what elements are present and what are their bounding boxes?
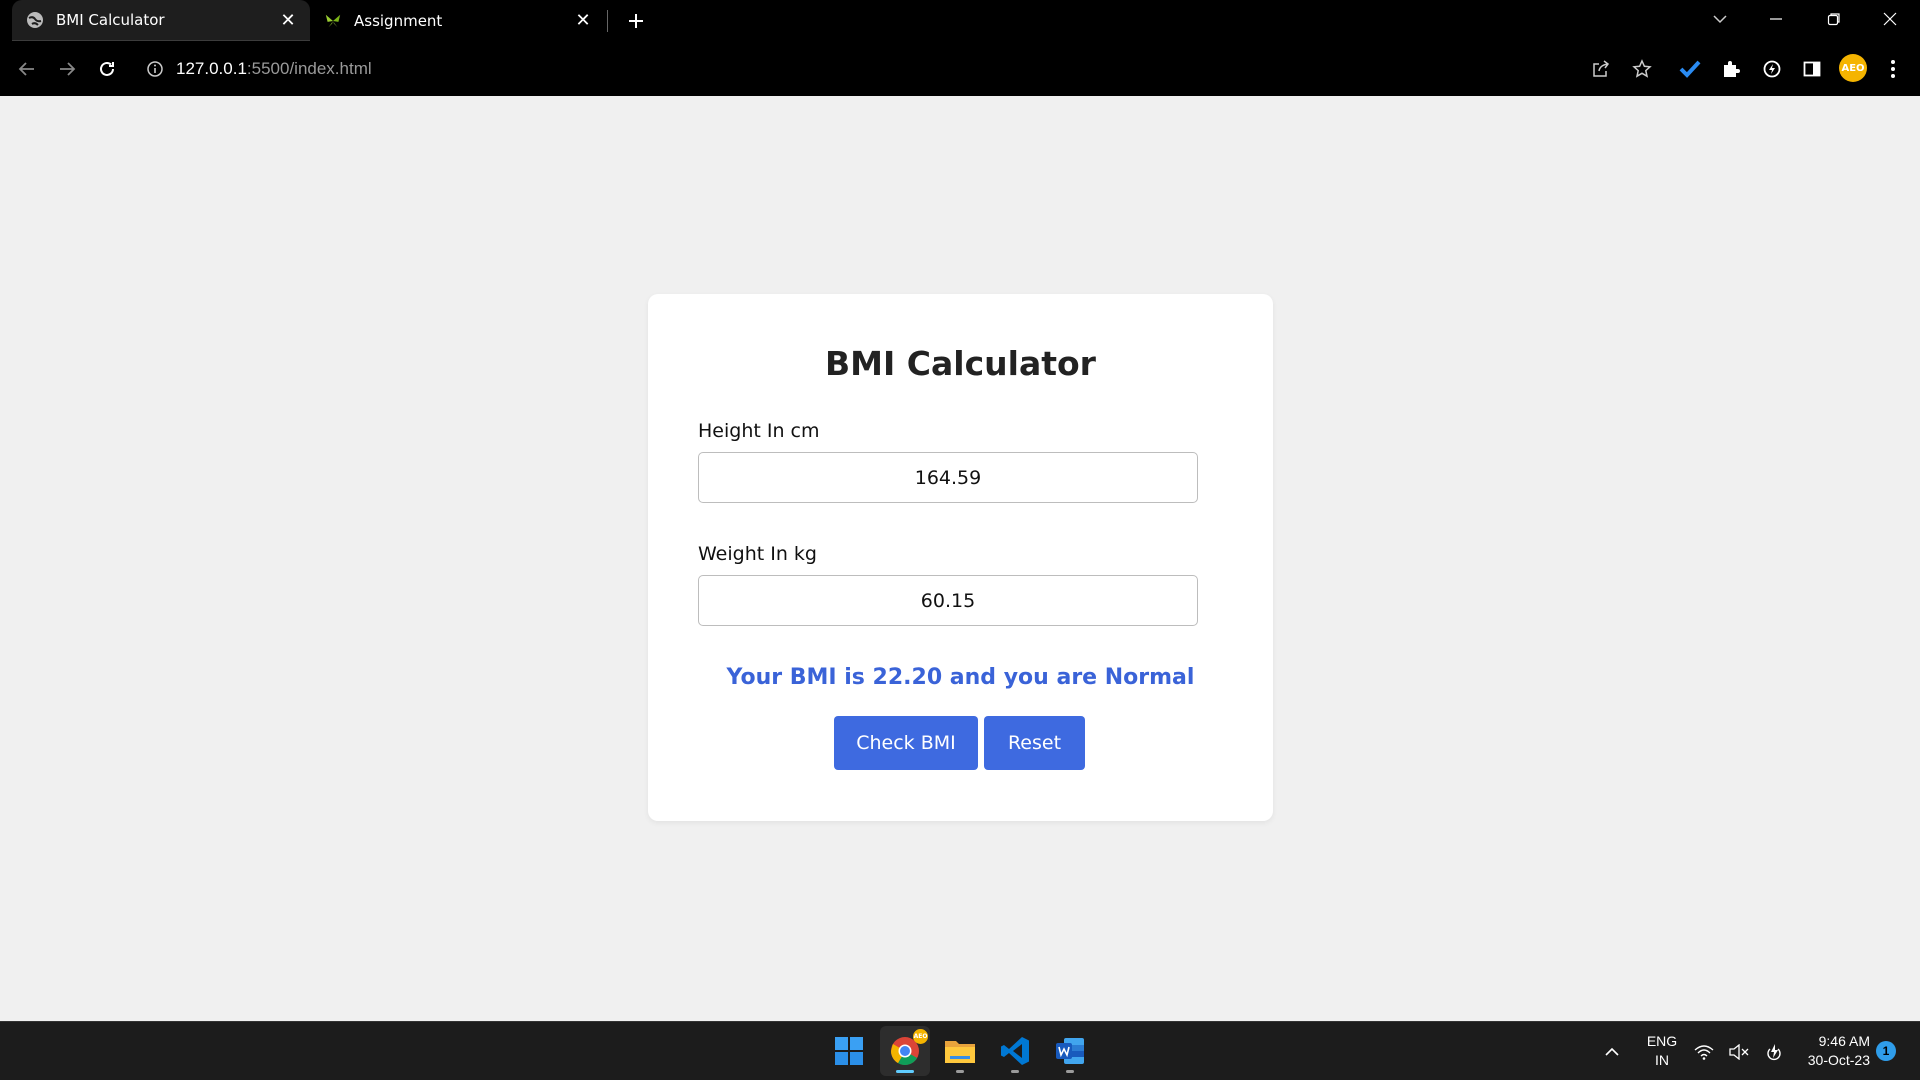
profile-avatar[interactable]: AEO (1839, 54, 1867, 82)
running-indicator (1066, 1070, 1074, 1073)
bmi-result-text: Your BMI is 22.20 and you are Normal (726, 665, 1195, 690)
tab-search-icon[interactable] (1692, 0, 1748, 38)
extensions-puzzle-icon[interactable] (1716, 54, 1746, 84)
tab-assignment[interactable]: Assignment ✕ (310, 0, 605, 41)
chrome-profile-badge: AEO (913, 1029, 928, 1044)
folder-icon (944, 1037, 976, 1065)
language-indicator[interactable]: ENG IN (1644, 1032, 1680, 1070)
restore-icon[interactable] (1806, 0, 1862, 38)
back-arrow-icon[interactable] (11, 53, 43, 85)
performance-icon[interactable] (1757, 54, 1787, 84)
menu-kebab-icon[interactable] (1878, 54, 1908, 84)
show-hidden-icons-chevron-up-icon[interactable] (1600, 1022, 1624, 1080)
taskbar-vscode[interactable] (990, 1026, 1040, 1076)
bmi-card: BMI Calculator Height In cm 164.59 Weigh… (648, 294, 1273, 821)
check-bmi-button[interactable]: Check BMI (834, 716, 978, 770)
site-info-icon[interactable] (146, 60, 164, 78)
clock-time: 9:46 AM (1818, 1033, 1870, 1049)
tab-title: Assignment (354, 11, 443, 30)
notification-badge[interactable]: 1 (1876, 1041, 1896, 1061)
chrome-icon: AEO (890, 1029, 928, 1066)
page-viewport: BMI Calculator Height In cm 164.59 Weigh… (0, 96, 1920, 1021)
close-window-icon[interactable] (1862, 0, 1918, 38)
active-indicator (896, 1070, 914, 1073)
forward-arrow-icon[interactable] (51, 53, 83, 85)
url-path: :5500/index.html (246, 59, 372, 78)
checkmark-extension-icon[interactable] (1675, 54, 1705, 84)
new-tab-button[interactable] (620, 6, 652, 36)
page-title: BMI Calculator (825, 344, 1096, 383)
weight-input[interactable]: 60.15 (698, 575, 1198, 626)
url-host: 127.0.0.1 (176, 59, 247, 78)
region-code: IN (1655, 1052, 1669, 1068)
height-label: Height In cm (698, 420, 820, 442)
browser-toolbar: 127.0.0.1:5500/index.html AEO (0, 41, 1920, 96)
vscode-icon (1000, 1036, 1030, 1066)
reset-button[interactable]: Reset (984, 716, 1085, 770)
clock-date: 30-Oct-23 (1807, 1052, 1870, 1068)
battery-charging-icon (1764, 1043, 1784, 1061)
taskbar-file-explorer[interactable] (935, 1026, 985, 1076)
taskbar-word[interactable] (1045, 1026, 1095, 1076)
windows-taskbar: AEO ENG IN 9:46 AM 30-Oct-23 1 (0, 1021, 1920, 1080)
tab-bmi-calculator[interactable]: BMI Calculator ✕ (12, 0, 310, 41)
butterfly-icon (324, 12, 342, 30)
share-icon[interactable] (1586, 54, 1616, 84)
tab-strip: BMI Calculator ✕ Assignment ✕ (0, 0, 1920, 41)
word-icon (1055, 1037, 1085, 1065)
height-input[interactable]: 164.59 (698, 452, 1198, 503)
address-bar[interactable]: 127.0.0.1:5500/index.html (146, 57, 372, 81)
system-tray-icons[interactable] (1694, 1022, 1784, 1080)
start-button[interactable] (824, 1026, 874, 1076)
language-code: ENG (1646, 1033, 1678, 1049)
weight-label: Weight In kg (698, 543, 817, 565)
reload-icon[interactable] (91, 53, 123, 85)
wifi-icon (1694, 1044, 1714, 1060)
taskbar-chrome[interactable]: AEO (880, 1026, 930, 1076)
running-indicator (956, 1070, 964, 1073)
close-tab-icon[interactable]: ✕ (274, 6, 302, 34)
speaker-muted-icon (1729, 1043, 1749, 1060)
running-indicator (1011, 1070, 1019, 1073)
globe-icon (26, 11, 44, 29)
tab-separator (607, 10, 608, 32)
clock[interactable]: 9:46 AM 30-Oct-23 (1790, 1032, 1870, 1070)
side-panel-icon[interactable] (1797, 54, 1827, 84)
bookmark-star-icon[interactable] (1627, 54, 1657, 84)
close-tab-icon[interactable]: ✕ (569, 7, 597, 35)
tab-title: BMI Calculator (56, 11, 165, 29)
minimize-icon[interactable] (1748, 0, 1804, 38)
